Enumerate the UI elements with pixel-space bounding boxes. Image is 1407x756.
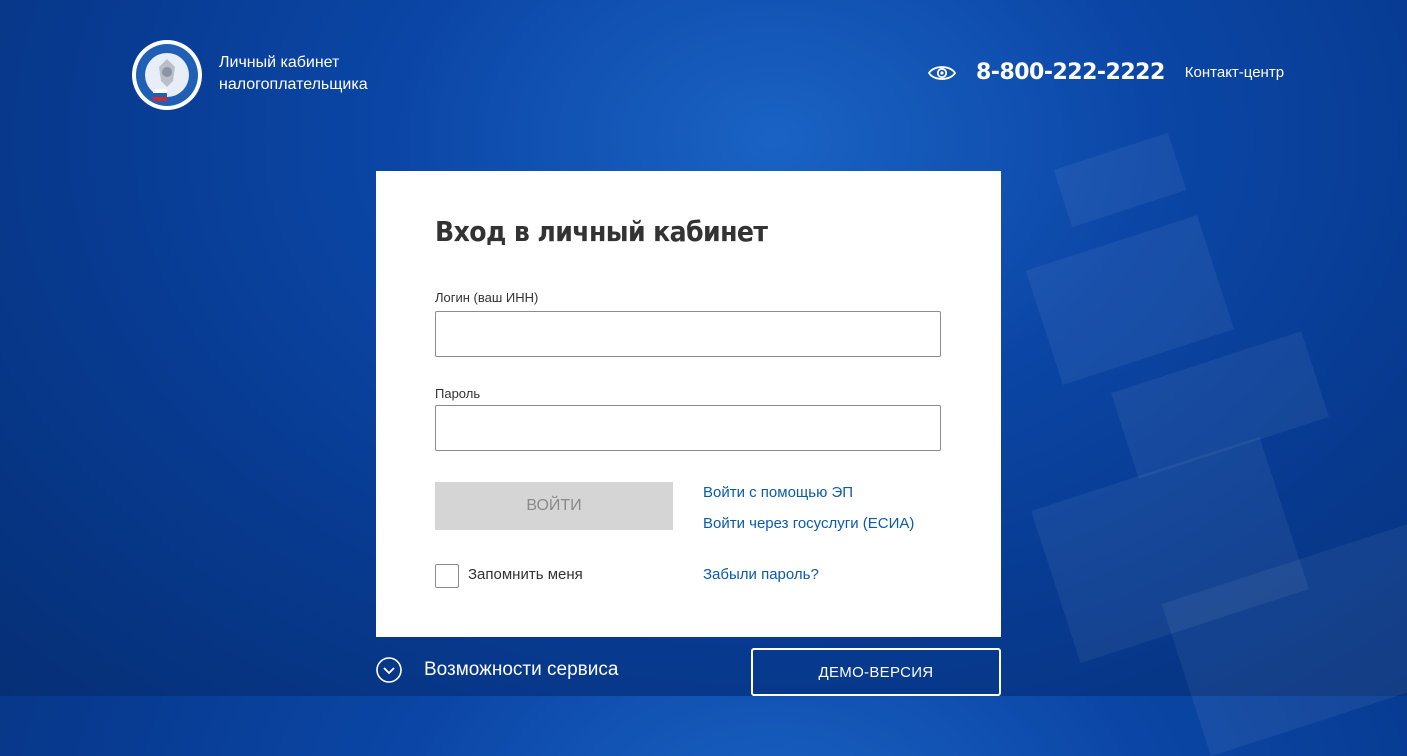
eye-icon[interactable] — [927, 64, 957, 82]
login-input[interactable] — [435, 311, 941, 357]
service-features-toggle[interactable]: Возможности сервиса — [376, 657, 618, 683]
header-contact: 8-800-222-2222 Контакт-центр — [927, 60, 1284, 85]
login-ep-link[interactable]: Войти с помощью ЭП — [703, 484, 853, 501]
service-features-label: Возможности сервиса — [424, 659, 619, 680]
demo-button[interactable]: ДЕМО-ВЕРСИЯ — [751, 648, 1001, 696]
brand-line-2: налогоплательщика — [219, 76, 368, 93]
fns-emblem-icon[interactable] — [131, 39, 203, 111]
brand-line-1: Личный кабинет — [219, 54, 340, 71]
chevron-down-circle-icon — [376, 657, 402, 683]
password-label: Пароль — [435, 386, 481, 401]
remember-me-checkbox[interactable] — [435, 564, 459, 588]
remember-me-label[interactable]: Запомнить меня — [468, 566, 583, 583]
background-shape — [1053, 132, 1187, 228]
page-title: Вход в личный кабинет — [435, 215, 768, 248]
contact-center-link[interactable]: Контакт-центр — [1185, 64, 1284, 81]
brand-title[interactable]: Личный кабинет налогоплательщика — [219, 52, 368, 96]
login-esia-link[interactable]: Войти через госуслуги (ЕСИА) — [703, 515, 914, 532]
forgot-password-link[interactable]: Забыли пароль? — [703, 566, 819, 583]
login-button[interactable]: ВОЙТИ — [435, 482, 673, 530]
password-input[interactable] — [435, 405, 941, 451]
login-card: Вход в личный кабинет Логин (ваш ИНН) Па… — [376, 171, 1001, 637]
login-label: Логин (ваш ИНН) — [435, 290, 539, 305]
phone-number[interactable]: 8-800-222-2222 — [976, 60, 1165, 85]
background-shape — [1025, 215, 1235, 385]
